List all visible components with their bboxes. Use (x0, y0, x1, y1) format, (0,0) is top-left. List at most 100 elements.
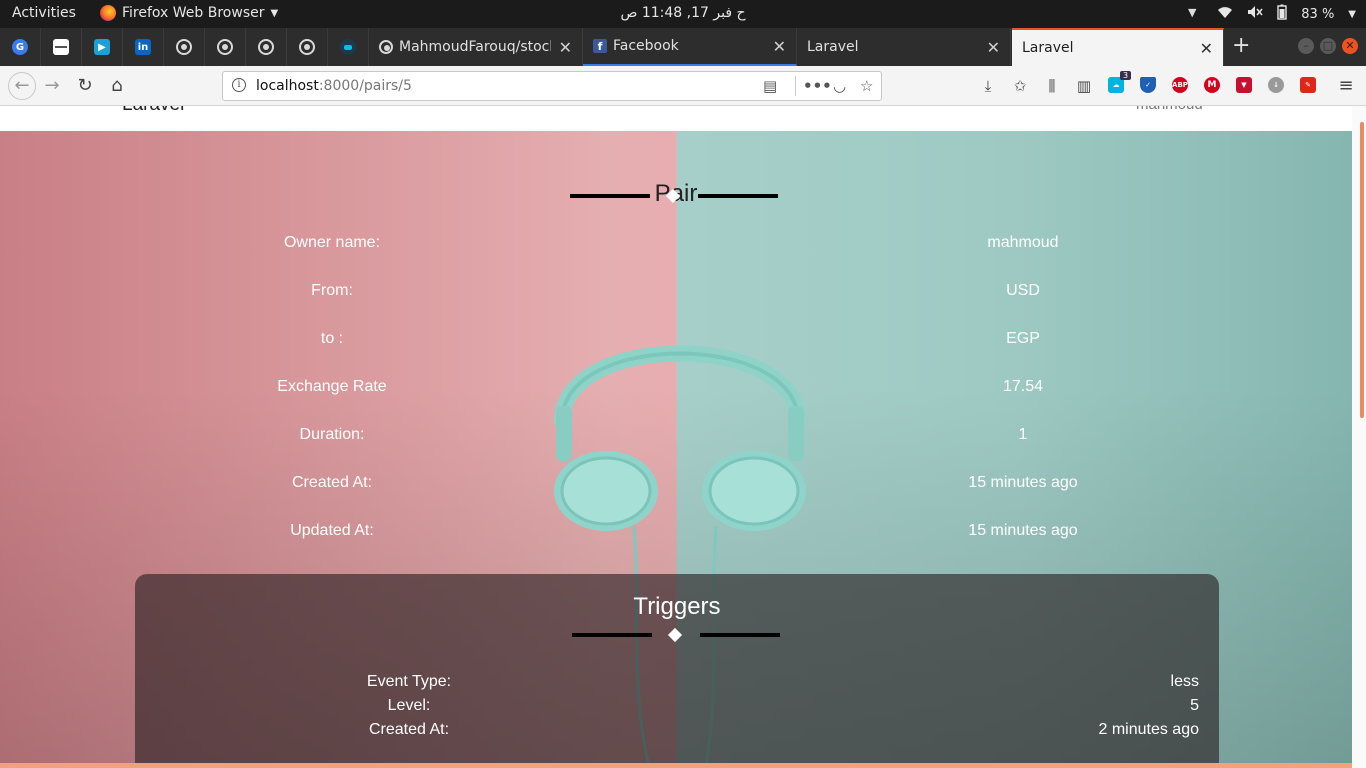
pinned-tab-google[interactable]: G (0, 28, 41, 66)
exchange-rate-label: Exchange Rate (277, 378, 387, 395)
close-icon[interactable]: ✕ (987, 38, 1000, 57)
navigation-bar: ← → ↻ ⌂ i localhost:8000/pairs/5 ▤ ••• ◡… (0, 66, 1366, 106)
adblock-icon[interactable]: ABP (1172, 77, 1188, 93)
pdf-icon[interactable]: ✎ (1300, 77, 1316, 93)
app-menu-label: Firefox Web Browser (122, 5, 265, 21)
pinned-tab-github-1[interactable] (164, 28, 205, 66)
sidebar-icon[interactable]: ▥ (1074, 76, 1094, 96)
tab-laravel-2[interactable]: Laravel ✕ (1012, 28, 1224, 66)
document-icon (53, 39, 69, 55)
level-label: Level: (387, 697, 431, 714)
triggers-title: Triggers (633, 593, 721, 620)
minimize-button[interactable]: – (1298, 38, 1314, 54)
battery-icon (1277, 4, 1287, 24)
play-icon: ▶ (94, 39, 110, 55)
trigger-created-at-label: Created At: (368, 721, 450, 738)
close-icon[interactable]: ✕ (559, 38, 572, 57)
bookmark-star-icon[interactable]: ☆ (860, 77, 873, 95)
system-top-bar: Activities Firefox Web Browser ▼ ح فبر 1… (0, 0, 1366, 28)
site-navbar: Laravel mahmoud (0, 106, 1352, 131)
forward-button[interactable]: → (40, 74, 64, 98)
google-icon: G (12, 39, 28, 55)
pinned-tab-media[interactable]: ▶ (82, 28, 123, 66)
trigger-created-at-value: 2 minutes ago (1098, 721, 1199, 738)
github-icon (258, 39, 274, 55)
reload-button[interactable]: ↻ (73, 74, 97, 98)
chevron-down-icon: ▼ (270, 7, 279, 19)
event-type-label: Event Type: (366, 673, 452, 690)
level-value: 5 (1190, 697, 1199, 714)
battery-percent: 83 % (1301, 6, 1335, 22)
close-icon[interactable]: ✕ (773, 37, 786, 56)
tab-facebook[interactable]: f Facebook ✕ (583, 28, 797, 66)
owner-name-value: mahmoud (987, 234, 1059, 251)
extension-badge: 3 (1120, 71, 1132, 80)
window-controls: – □ ✕ (1298, 38, 1358, 54)
pinned-tab-linkedin[interactable]: in (123, 28, 164, 66)
github-icon (176, 39, 192, 55)
tab-github-stock[interactable]: MahmoudFarouq/stock ✕ (369, 28, 583, 66)
pair-hero: Pair Owner name: mahmoud From: USD to : … (0, 131, 1352, 768)
tab-title: Laravel (1022, 40, 1074, 56)
new-tab-button[interactable]: + (1232, 35, 1250, 57)
download-icon[interactable]: ⤓ (978, 76, 998, 96)
triggers-divider (572, 627, 780, 643)
mega-icon[interactable]: M (1204, 77, 1220, 93)
event-type-value: less (1170, 673, 1199, 690)
shield-icon[interactable]: ✓ (1140, 77, 1156, 93)
close-icon[interactable]: ✕ (1200, 39, 1213, 58)
home-button[interactable]: ⌂ (105, 74, 129, 98)
github-icon (299, 39, 315, 55)
reader-view-icon[interactable]: ▤ (763, 77, 777, 95)
github-icon (217, 39, 233, 55)
download-helper-icon[interactable]: ▼ (1236, 77, 1252, 93)
to-value: EGP (1006, 330, 1040, 347)
page-scrollbar[interactable] (1352, 106, 1366, 768)
url-text[interactable]: localhost:8000/pairs/5 (256, 78, 412, 94)
created-at-label: Created At: (291, 474, 373, 491)
created-at-value: 15 minutes ago (968, 474, 1078, 491)
title-divider (570, 188, 778, 204)
url-bar[interactable]: i localhost:8000/pairs/5 ▤ ••• ◡ ☆ (222, 71, 882, 101)
pinned-tab-github-2[interactable] (205, 28, 246, 66)
scrollbar-thumb[interactable] (1360, 122, 1364, 418)
tray-chevron-icon[interactable]: ▼ (1188, 6, 1196, 19)
bookmarks-star-icon[interactable]: ✩ (1010, 76, 1030, 96)
pocket-icon[interactable]: ◡ (833, 77, 846, 95)
owner-name-label: Owner name: (283, 234, 381, 251)
pinned-tab-doc[interactable] (41, 28, 82, 66)
close-window-button[interactable]: ✕ (1342, 38, 1358, 54)
video-downloader-icon[interactable]: ↓ (1268, 77, 1284, 93)
duration-label: Duration: (299, 426, 365, 443)
firefox-icon (100, 5, 116, 21)
pinned-tab-github-3[interactable] (246, 28, 287, 66)
from-label: From: (311, 282, 353, 299)
app-icon (340, 39, 356, 55)
pinned-tab-app[interactable] (328, 28, 369, 66)
tab-strip: G ▶ in MahmoudFarouq/stock ✕ f Facebook … (0, 28, 1366, 66)
hamburger-menu-icon[interactable]: ≡ (1336, 76, 1356, 96)
bottom-accent-bar (0, 763, 1352, 768)
to-label: to : (320, 330, 344, 347)
page-content: Laravel mahmoud Pair Owner name: mahmoud… (0, 106, 1352, 768)
tab-title: MahmoudFarouq/stock (399, 39, 551, 55)
activities-button[interactable]: Activities (12, 5, 76, 21)
site-info-icon[interactable]: i (232, 78, 246, 92)
user-menu[interactable]: mahmoud (1136, 106, 1203, 113)
power-menu-icon: ▼ (1348, 8, 1356, 20)
from-value: USD (1006, 282, 1040, 299)
pinned-tab-github-4[interactable] (287, 28, 328, 66)
exchange-rate-value: 17.54 (1002, 378, 1044, 395)
updated-at-value: 15 minutes ago (968, 522, 1078, 539)
library-icon[interactable]: ⫼ (1042, 76, 1062, 96)
back-button[interactable]: ← (8, 72, 36, 100)
maximize-button[interactable]: □ (1320, 38, 1336, 54)
system-tray[interactable]: 83 % ▼ (1217, 4, 1356, 24)
tab-laravel-1[interactable]: Laravel ✕ (797, 28, 1011, 66)
app-menu[interactable]: Firefox Web Browser ▼ (100, 5, 278, 21)
updated-at-label: Updated At: (290, 522, 374, 539)
site-brand[interactable]: Laravel (122, 106, 184, 116)
page-actions-icon[interactable]: ••• (803, 77, 832, 95)
wifi-icon (1217, 5, 1233, 23)
tab-title: Facebook (613, 38, 679, 54)
